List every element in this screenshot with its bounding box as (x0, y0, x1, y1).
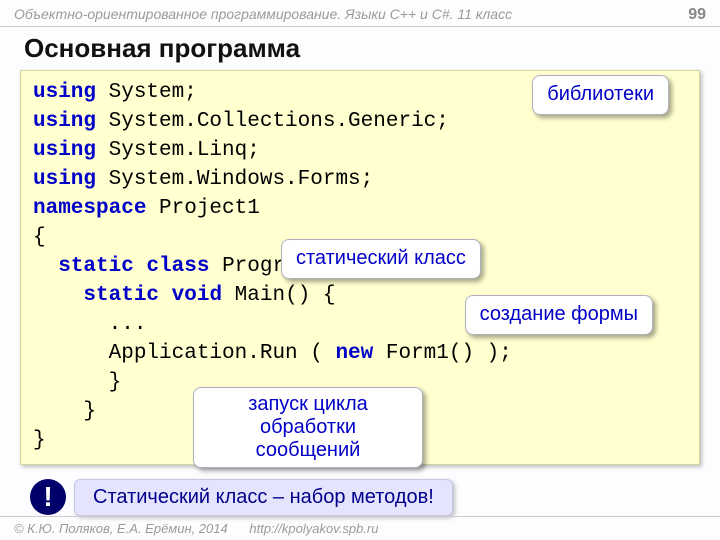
note-row: ! Статический класс – набор методов! (30, 479, 700, 516)
callout-libraries: библиотеки (532, 75, 669, 115)
footer-url: http://kpolyakov.spb.ru (249, 521, 378, 536)
callout-static-class: статический класс (281, 239, 481, 279)
slide-footer: © К.Ю. Поляков, Е.А. Ерёмин, 2014 http:/… (0, 516, 720, 540)
code-block: using System; using System.Collections.G… (20, 70, 700, 465)
slide-title: Основная программа (0, 27, 720, 70)
slide-header: Объектно-ориентированное программировани… (0, 0, 720, 27)
exclamation-icon: ! (30, 479, 66, 515)
callout-create-form: создание формы (465, 295, 653, 335)
page-number: 99 (688, 6, 706, 24)
course-title: Объектно-ориентированное программировани… (14, 6, 512, 22)
copyright: © К.Ю. Поляков, Е.А. Ерёмин, 2014 (14, 521, 228, 536)
callout-message-loop: запуск цикла обработки сообщений (193, 387, 423, 468)
note-text: Статический класс – набор методов! (74, 479, 453, 516)
